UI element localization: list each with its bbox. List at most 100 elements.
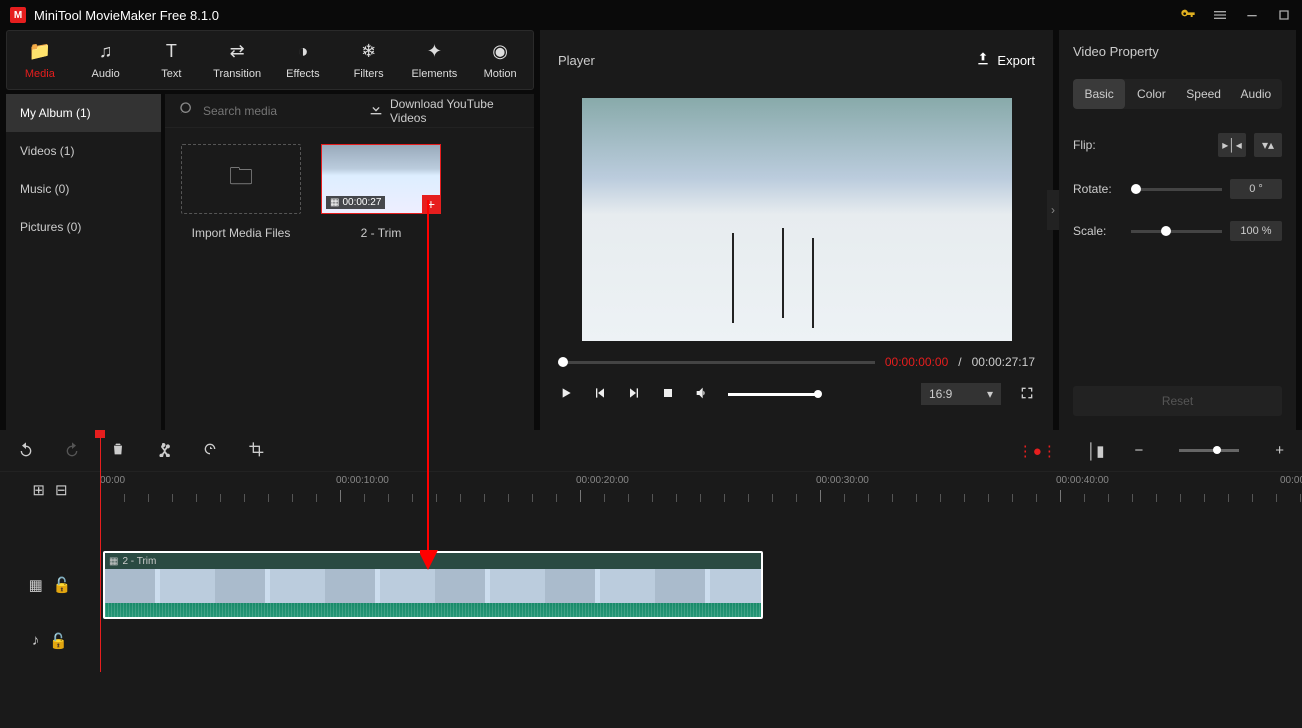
media-clip-thumbnail[interactable]: ▦ 00:00:27 + (321, 144, 441, 214)
add-track-button[interactable]: ⊞ (32, 481, 45, 499)
add-clip-button[interactable]: + (422, 195, 440, 213)
prop-tab-speed[interactable]: Speed (1178, 79, 1230, 109)
video-preview[interactable] (582, 98, 1012, 341)
lock-audio-track-button[interactable]: 🔓 (49, 632, 68, 650)
redo-button[interactable] (64, 441, 80, 461)
rotate-slider[interactable] (1131, 188, 1222, 191)
search-icon (179, 101, 195, 120)
clip-name-label: 2 - Trim (361, 226, 402, 240)
app-title: MiniTool MovieMaker Free 8.1.0 (34, 8, 1180, 23)
rotate-value[interactable]: 0 ° (1230, 179, 1282, 199)
maximize-button[interactable] (1276, 7, 1292, 23)
film-icon: ▦ (109, 556, 118, 567)
flip-label: Flip: (1073, 138, 1123, 152)
tab-elements[interactable]: ✦Elements (402, 31, 468, 89)
prop-tab-color[interactable]: Color (1125, 79, 1177, 109)
ruler-mark: 00:00:30:00 (816, 475, 869, 486)
album-sidebar: My Album (1) Videos (1) Music (0) Pictur… (6, 94, 161, 430)
tab-audio-label: Audio (92, 68, 120, 80)
tab-elements-label: Elements (411, 68, 457, 80)
zoom-out-button[interactable]: − (1134, 442, 1143, 459)
music-note-icon: ♫ (99, 41, 113, 62)
ruler-mark: 00:00:10:00 (336, 475, 389, 486)
search-input[interactable] (203, 104, 358, 118)
speed-button[interactable] (202, 441, 218, 461)
aspect-ratio-value: 16:9 (929, 387, 952, 401)
reset-button[interactable]: Reset (1073, 386, 1282, 416)
player-panel: Player Export 00:00:00:00 / 00:00:27:17 … (540, 30, 1053, 430)
panel-collapse-button[interactable]: › (1047, 190, 1059, 230)
next-frame-button[interactable] (626, 385, 642, 404)
delete-button[interactable] (110, 441, 126, 461)
transition-icon: ⇄ (230, 41, 245, 62)
prev-frame-button[interactable] (592, 385, 608, 404)
tab-filters[interactable]: ❄Filters (336, 31, 402, 89)
clip-waveform (105, 603, 761, 619)
zoom-slider[interactable] (1179, 449, 1239, 452)
tab-filters-label: Filters (354, 68, 384, 80)
ruler-mark: 00:00 (100, 475, 125, 486)
time-separator: / (958, 355, 961, 369)
timeline-panel: ⋮●⋮ │▮ − + ⊞ ⊟ 00:00 00:00:10:00 00:00:2… (0, 430, 1302, 728)
fullscreen-button[interactable] (1019, 385, 1035, 404)
remove-track-button[interactable]: ⊟ (55, 481, 68, 499)
split-button[interactable] (156, 441, 172, 461)
sidebar-item-pictures[interactable]: Pictures (0) (6, 208, 161, 246)
license-key-icon[interactable] (1180, 7, 1196, 23)
scale-value[interactable]: 100 % (1230, 221, 1282, 241)
clip-duration-badge: ▦ 00:00:27 (326, 196, 385, 209)
download-youtube-button[interactable]: Download YouTube Videos (368, 97, 520, 125)
tab-motion-label: Motion (484, 68, 517, 80)
tab-audio[interactable]: ♫ Audio (73, 31, 139, 89)
play-button[interactable] (558, 385, 574, 404)
minimize-button[interactable] (1244, 7, 1260, 23)
tab-media-label: Media (25, 68, 55, 80)
timeline-clip-label: 2 - Trim (122, 556, 156, 567)
prop-tab-audio[interactable]: Audio (1230, 79, 1282, 109)
clip-frames-preview (105, 569, 761, 603)
media-content: Download YouTube Videos 🗀 Import Media F… (165, 94, 534, 430)
scale-label: Scale: (1073, 224, 1123, 238)
timeline-ruler[interactable]: 00:00 00:00:10:00 00:00:20:00 00:00:30:0… (100, 472, 1302, 508)
volume-button[interactable] (694, 385, 710, 404)
playhead[interactable] (100, 430, 101, 672)
film-icon: ▦ (330, 197, 339, 208)
stop-button[interactable] (660, 385, 676, 404)
title-bar: M MiniTool MovieMaker Free 8.1.0 (0, 0, 1302, 30)
volume-slider[interactable] (728, 393, 818, 396)
sidebar-item-music[interactable]: Music (0) (6, 170, 161, 208)
search-media[interactable] (179, 101, 358, 120)
menu-icon[interactable] (1212, 7, 1228, 23)
seek-slider[interactable] (558, 361, 875, 364)
prop-tab-basic[interactable]: Basic (1073, 79, 1125, 109)
lock-track-button[interactable]: 🔓 (53, 576, 72, 594)
folder-icon: 📁 (29, 41, 51, 62)
crop-button[interactable] (248, 441, 264, 461)
effects-icon: ◑ (297, 41, 308, 62)
ruler-mark: 00:00:20:00 (576, 475, 629, 486)
tab-text[interactable]: TText (139, 31, 205, 89)
tab-text-label: Text (161, 68, 181, 80)
auto-fit-button[interactable]: ⋮●⋮ (1018, 442, 1057, 460)
scale-slider[interactable] (1131, 230, 1222, 233)
flip-vertical-button[interactable]: ▾▴ (1254, 133, 1282, 157)
sidebar-item-videos[interactable]: Videos (1) (6, 132, 161, 170)
tab-effects[interactable]: ◑Effects (270, 31, 336, 89)
export-button[interactable]: Export (975, 51, 1035, 70)
property-title: Video Property (1073, 44, 1282, 59)
timeline-clip[interactable]: ▦ 2 - Trim (103, 551, 763, 619)
snap-button[interactable]: │▮ (1087, 442, 1105, 460)
aspect-ratio-select[interactable]: 16:9 ▾ (921, 383, 1001, 405)
flip-horizontal-button[interactable]: ▸│◂ (1218, 133, 1246, 157)
undo-button[interactable] (18, 441, 34, 461)
video-property-panel: › Video Property Basic Color Speed Audio… (1059, 30, 1296, 430)
tab-media[interactable]: 📁 Media (7, 31, 73, 89)
sidebar-item-my-album[interactable]: My Album (1) (6, 94, 161, 132)
clip-duration-text: 00:00:27 (342, 197, 381, 208)
audio-track-icon: ♪ (32, 632, 40, 649)
tab-transition[interactable]: ⇄Transition (204, 31, 270, 89)
video-track-icon: ▦ (29, 576, 43, 594)
zoom-in-button[interactable]: + (1275, 442, 1284, 459)
tab-motion[interactable]: ◉Motion (467, 31, 533, 89)
import-media-button[interactable]: 🗀 (181, 144, 301, 214)
